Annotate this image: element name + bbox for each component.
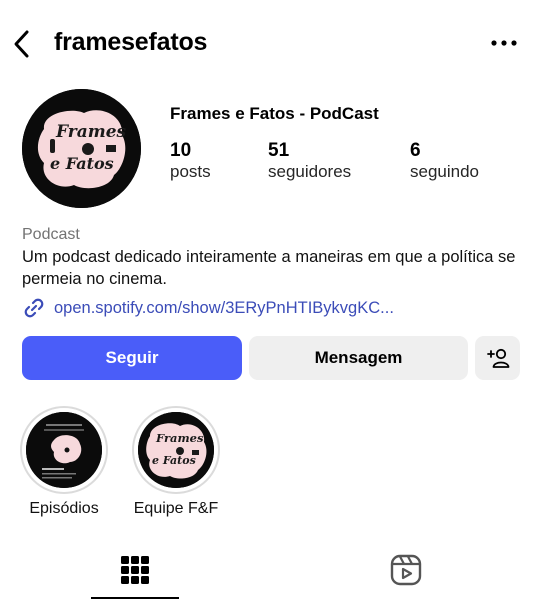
follow-button[interactable]: Seguir <box>22 336 242 380</box>
profile-avatar[interactable]: Frames e Fatos <box>22 89 141 208</box>
profile-category: Podcast <box>22 226 80 243</box>
reels-icon <box>390 554 422 586</box>
svg-text:e Fatos: e Fatos <box>152 454 196 467</box>
podcast-logo: Frames e Fatos <box>22 89 141 208</box>
highlight-episodios-cover <box>26 412 102 488</box>
highlight-equipe-label: Equipe F&F <box>133 500 219 517</box>
link-icon <box>24 298 44 318</box>
profile-link-text: open.spotify.com/show/3ERyPnHTIBykvgKC..… <box>54 298 394 317</box>
svg-text:Frames: Frames <box>155 431 204 445</box>
add-user-icon <box>486 348 509 368</box>
message-button[interactable]: Mensagem <box>249 336 468 380</box>
chevron-left-icon <box>14 30 29 58</box>
profile-link[interactable]: open.spotify.com/show/3ERyPnHTIBykvgKC..… <box>22 296 394 320</box>
highlight-equipe-cover: Frames e Fatos <box>138 412 214 488</box>
display-name: Frames e Fatos - PodCast <box>170 104 379 123</box>
back-button[interactable] <box>10 28 34 60</box>
tab-posts-grid[interactable] <box>117 552 153 588</box>
add-user-button[interactable] <box>475 336 520 380</box>
stat-posts-label: posts <box>170 162 211 181</box>
tab-reels[interactable] <box>388 552 424 588</box>
stat-followers-number: 51 <box>268 140 290 161</box>
ellipsis-icon <box>491 40 517 46</box>
grid-icon <box>121 556 149 584</box>
profile-bio: Um podcast dedicado inteiramente a manei… <box>22 248 516 288</box>
stat-following-label: seguindo <box>410 162 480 181</box>
profile-username: framesefatos <box>54 28 208 56</box>
logo-text-frames: Frames <box>55 122 127 142</box>
stat-followers[interactable]: 51 seguidores <box>268 140 351 182</box>
active-tab-indicator <box>91 597 179 599</box>
logo-text-fatos: e Fatos <box>50 154 114 173</box>
stat-following-number: 6 <box>410 140 421 161</box>
stat-posts[interactable]: 10 posts <box>170 140 211 182</box>
more-options-button[interactable] <box>490 36 518 50</box>
highlight-episodios-label: Episódios <box>29 500 99 517</box>
highlight-equipe[interactable]: Frames e Fatos <box>132 406 220 494</box>
stat-following[interactable]: 6 seguindo <box>410 140 479 182</box>
stat-followers-label: seguidores <box>268 162 352 181</box>
highlight-episodios[interactable] <box>20 406 108 494</box>
stat-posts-number: 10 <box>170 140 192 161</box>
